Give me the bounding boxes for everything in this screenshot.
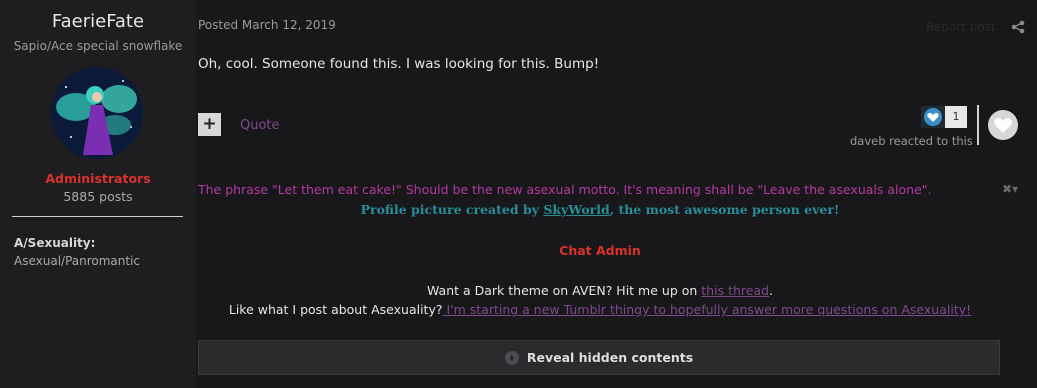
chevron-down-icon[interactable]: ▾ xyxy=(1012,182,1018,196)
signature-options[interactable]: ✖▾ xyxy=(1002,182,1018,196)
avatar[interactable] xyxy=(51,67,143,159)
signature-credit: Profile picture created by SkyWorld, the… xyxy=(360,202,840,217)
signature-motto: The phrase "Let them eat cake!" Should b… xyxy=(198,182,932,197)
share-icon[interactable] xyxy=(1011,20,1025,34)
reaction-count: 1 xyxy=(945,106,967,128)
reaction-summary[interactable]: 1 xyxy=(921,106,967,128)
post-content: Oh, cool. Someone found this. I was look… xyxy=(198,56,600,72)
reaction-divider xyxy=(977,105,979,145)
multiquote-add-button[interactable]: + xyxy=(198,113,221,136)
skyworld-link[interactable]: SkyWorld xyxy=(543,202,609,217)
author-group: Administrators xyxy=(45,171,151,186)
reveal-label: Reveal hidden contents xyxy=(526,350,694,365)
author-panel: FaerieFate Sapio/Ace special snowflake A… xyxy=(0,0,196,388)
like-reaction-icon xyxy=(921,106,945,128)
author-title: Sapio/Ace special snowflake xyxy=(13,39,183,53)
post-date[interactable]: Posted March 12, 2019 xyxy=(198,18,336,32)
dark-theme-line: Want a Dark theme on AVEN? Hit me up on … xyxy=(426,283,774,298)
this-thread-link[interactable]: this thread xyxy=(701,283,769,298)
reveal-hidden-contents-button[interactable]: Reveal hidden contents xyxy=(198,340,1000,375)
chat-admin-label: Chat Admin xyxy=(559,243,641,258)
chevron-right-icon xyxy=(504,350,519,365)
report-post-link[interactable]: Report post xyxy=(926,20,996,34)
close-icon[interactable]: ✖ xyxy=(1002,182,1012,196)
author-name[interactable]: FaerieFate xyxy=(0,11,196,32)
heart-icon xyxy=(994,118,1012,133)
fairie-avatar-icon xyxy=(51,67,143,159)
tumblr-line: Like what I post about Asexuality? I'm s… xyxy=(228,302,972,317)
react-button[interactable] xyxy=(988,110,1018,140)
quote-button[interactable]: Quote xyxy=(240,118,280,133)
tumblr-link[interactable]: I'm starting a new Tumblr thingy to hope… xyxy=(443,302,971,317)
reacted-by-text[interactable]: daveb reacted to this xyxy=(850,134,973,148)
